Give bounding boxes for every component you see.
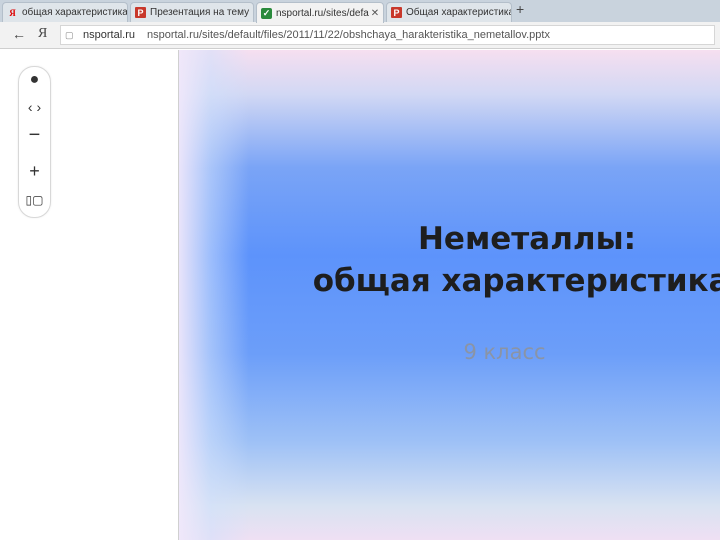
viewer-controls: ● ‹ › − + ▯▢	[18, 66, 51, 218]
dot-icon[interactable]: ●	[19, 71, 50, 89]
tab-label: Презентация на тему	[150, 7, 250, 18]
zoom-out-icon[interactable]: −	[19, 125, 50, 145]
tab-yandex-search[interactable]: Я общая характеристика	[2, 2, 128, 22]
new-tab-icon[interactable]: +	[516, 1, 524, 17]
tab-presentation[interactable]: P Презентация на тему	[130, 2, 254, 22]
powerpoint-icon: P	[391, 7, 402, 18]
nsportal-icon: ✓	[261, 7, 272, 19]
powerpoint-icon: P	[135, 7, 146, 18]
tab-powerpoint[interactable]: P Общая характеристика	[386, 2, 512, 22]
slide-subtitle: 9 класс	[463, 340, 546, 364]
yandex-icon: Я	[9, 7, 16, 18]
slide-title: Неметаллы: общая характеристика.	[179, 218, 720, 302]
close-tab-icon[interactable]: ✕	[369, 8, 381, 19]
url-path: nsportal.ru/sites/default/files/2011/11/…	[146, 29, 550, 41]
back-arrow-icon[interactable]: ←	[12, 26, 26, 42]
prev-next-icon[interactable]: ‹ ›	[19, 99, 50, 115]
browser-toolbar: ← Я ▢ nsportal.ru nsportal.ru/sites/defa…	[0, 22, 720, 49]
tab-label: Общая характеристика	[406, 7, 511, 18]
tab-label: общая характеристика	[22, 7, 127, 18]
slide-title-line-2: общая характеристика.	[312, 263, 720, 299]
presentation-slide: Неметаллы: общая характеристика. 9 класс	[179, 50, 720, 540]
slide-title-line-1: Неметаллы:	[417, 221, 637, 257]
site-info-icon[interactable]: ▢	[65, 30, 77, 41]
tab-label: nsportal.ru/sites/defa...	[276, 7, 369, 19]
tab-nsportal[interactable]: ✓ nsportal.ru/sites/defa... ✕	[256, 2, 384, 23]
yandex-logo-icon[interactable]: Я	[38, 26, 47, 42]
address-bar[interactable]: ▢ nsportal.ru nsportal.ru/sites/default/…	[60, 25, 715, 45]
tab-strip: Я общая характеристика P Презентация на …	[0, 0, 720, 23]
zoom-in-icon[interactable]: +	[19, 161, 50, 182]
url-domain: nsportal.ru	[83, 29, 135, 41]
fit-page-icon[interactable]: ▯▢	[19, 193, 50, 207]
